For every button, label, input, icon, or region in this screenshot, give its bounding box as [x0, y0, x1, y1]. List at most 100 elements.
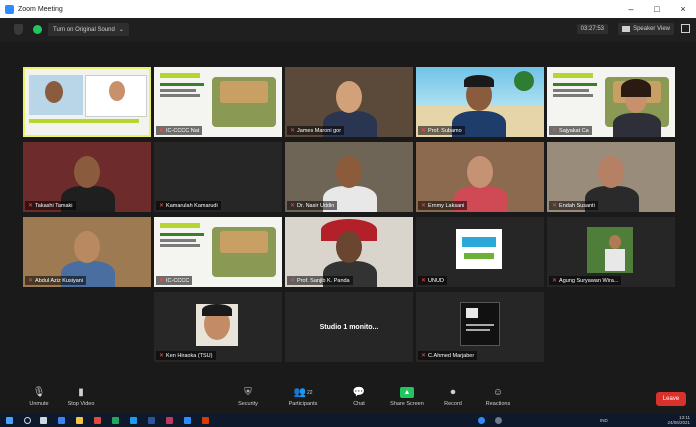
participant-name-label: ✕ Abdul Aziz Kusiyani	[25, 276, 87, 285]
language-indicator[interactable]: IND	[600, 418, 608, 423]
participant-name: C.Ahmed Marjaber	[428, 352, 475, 359]
logo-text-line	[466, 324, 494, 326]
participant-name-label: ✕ Dr. Nasir Uddin	[287, 201, 338, 210]
slide-title-line	[160, 83, 204, 86]
participant-name: Kamarulah Kamarudi	[166, 202, 218, 209]
tray-icon[interactable]	[495, 417, 502, 424]
profile-hair	[202, 304, 232, 316]
slide-text-line	[160, 94, 200, 97]
shared-face	[45, 81, 63, 103]
slide-header	[160, 223, 200, 228]
participant-name: Takashi Tamaki	[35, 202, 73, 209]
word-icon[interactable]	[148, 417, 155, 424]
media-icon[interactable]	[166, 417, 173, 424]
participant-name: Prof. Sanjib K. Panda	[297, 277, 350, 284]
participant-tile[interactable]: ✕ Abdul Aziz Kusiyani	[23, 217, 151, 287]
participant-tile[interactable]: ✕ Ken Hiraoka (TSU)	[154, 292, 282, 362]
chrome-icon[interactable]	[112, 417, 119, 424]
participant-name: IC-CCCC Nat	[166, 127, 200, 134]
leave-button[interactable]: Leave	[656, 392, 686, 406]
record-button[interactable]: ⏺ Record	[430, 387, 476, 407]
window-title: Zoom Meeting	[18, 5, 63, 13]
participant-tile[interactable]: ✕ Sajyakat Ca	[547, 67, 675, 137]
maximize-button[interactable]: □	[644, 0, 670, 18]
slide-text-line	[160, 239, 196, 242]
participant-tile[interactable]: ✕ IC-CCCC	[154, 217, 282, 287]
meeting-info-icon[interactable]	[14, 24, 23, 35]
participant-tile[interactable]	[23, 67, 151, 137]
muted-mic-icon: ✕	[28, 203, 34, 209]
muted-mic-icon: ✕	[421, 203, 427, 209]
close-button[interactable]: ×	[670, 0, 696, 18]
meeting-timer: 03:27:53	[576, 24, 608, 34]
muted-mic-icon: ✕	[421, 128, 427, 134]
zoom-taskbar-icon[interactable]	[184, 417, 191, 424]
muted-mic-icon: ✕	[552, 278, 558, 284]
participant-tile[interactable]: ✕ UNUD	[416, 217, 544, 287]
participant-tile[interactable]: ✕ Kamarulah Kamarudi	[154, 142, 282, 212]
participant-face	[336, 156, 362, 188]
minimize-button[interactable]: –	[618, 0, 644, 18]
participant-name: Ken Hiraoka (TSU)	[166, 352, 213, 359]
search-icon[interactable]	[24, 417, 31, 424]
participant-tile[interactable]: ✕ Ernmy Laksani	[416, 142, 544, 212]
participant-tile[interactable]: ✕ Prof. Subamo	[416, 67, 544, 137]
participant-name: James Maroni gor	[297, 127, 342, 134]
participant-tile[interactable]: ✕ James Maroni gor	[285, 67, 413, 137]
participant-face	[74, 231, 100, 263]
participant-name: Dr. Nasir Uddin	[297, 202, 335, 209]
tray-zoom-icon[interactable]	[478, 417, 485, 424]
logo-text-line	[466, 329, 490, 331]
stop-video-label: Stop Video	[67, 401, 95, 407]
participant-tile[interactable]: ✕ Agung Suryawan Wira...	[547, 217, 675, 287]
participant-tile[interactable]: Studio 1 monito...	[285, 292, 413, 362]
taskbar-date: 24/06/2021	[667, 420, 690, 425]
reactions-button[interactable]: ☺ Reactions	[475, 387, 521, 407]
slide-title-line	[553, 83, 597, 86]
security-button[interactable]: ⛨ Security	[225, 387, 271, 407]
share-screen-button[interactable]: ▲ Share Screen	[384, 387, 430, 407]
slide-text-line	[553, 89, 589, 92]
unmute-button[interactable]: 🎙 Unmute	[16, 387, 62, 407]
participant-tile[interactable]: ✕ Endah Susanti	[547, 142, 675, 212]
record-icon: ⏺	[450, 387, 456, 398]
muted-mic-icon: ✕	[290, 128, 296, 134]
view-button[interactable]: Speaker View	[618, 23, 674, 35]
reactions-label: Reactions	[485, 401, 511, 407]
taskbar-clock[interactable]: 13:11 24/06/2021	[667, 415, 690, 425]
store-icon[interactable]	[130, 417, 137, 424]
participant-tile[interactable]: ✕ Prof. Sanjib K. Panda	[285, 217, 413, 287]
muted-mic-icon: ✕	[159, 278, 165, 284]
edge-icon[interactable]	[58, 417, 65, 424]
powerpoint-icon[interactable]	[202, 417, 209, 424]
encryption-status-icon[interactable]	[33, 25, 42, 34]
grid-view-icon	[622, 26, 631, 32]
participant-name-label: ✕ Agung Suryawan Wira...	[549, 276, 622, 285]
fullscreen-icon[interactable]	[681, 24, 690, 33]
meeting-toolbar: 🎙 Unmute ▮ Stop Video ⛨ Security 👥 22 Par…	[0, 384, 696, 414]
participant-name-label: ✕ Prof. Sanjib K. Panda	[287, 276, 353, 285]
organization-logo	[456, 229, 502, 269]
task-view-icon[interactable]	[40, 417, 47, 424]
start-icon[interactable]	[6, 417, 13, 424]
office-icon[interactable]	[94, 417, 101, 424]
slide-text-line	[553, 94, 593, 97]
participants-button[interactable]: 👥 22 Participants	[280, 387, 326, 407]
participant-tile[interactable]: ✕ Dr. Nasir Uddin	[285, 142, 413, 212]
share-screen-label: Share Screen	[390, 401, 424, 407]
participant-name: Ernmy Laksani	[428, 202, 465, 209]
slide-header	[160, 73, 200, 78]
file-explorer-icon[interactable]	[76, 417, 83, 424]
participant-name-label: ✕ Ernmy Laksani	[418, 201, 468, 210]
participant-tile[interactable]: ✕ C.Ahmed Marjaber	[416, 292, 544, 362]
participant-name-label: ✕ UNUD	[418, 276, 447, 285]
chat-button[interactable]: 💬 Chat	[336, 387, 382, 407]
participant-name: Endah Susanti	[559, 202, 595, 209]
participants-label: Participants	[288, 401, 318, 407]
participant-tile[interactable]: ✕ IC-CCCC Nat	[154, 67, 282, 137]
original-sound-button[interactable]: Turn on Original Sound ⌄	[48, 23, 129, 36]
participant-tile[interactable]: ✕ Takashi Tamaki	[23, 142, 151, 212]
original-sound-label: Turn on Original Sound	[53, 26, 115, 33]
participant-face	[598, 156, 624, 188]
stop-video-button[interactable]: ▮ Stop Video	[58, 387, 104, 407]
